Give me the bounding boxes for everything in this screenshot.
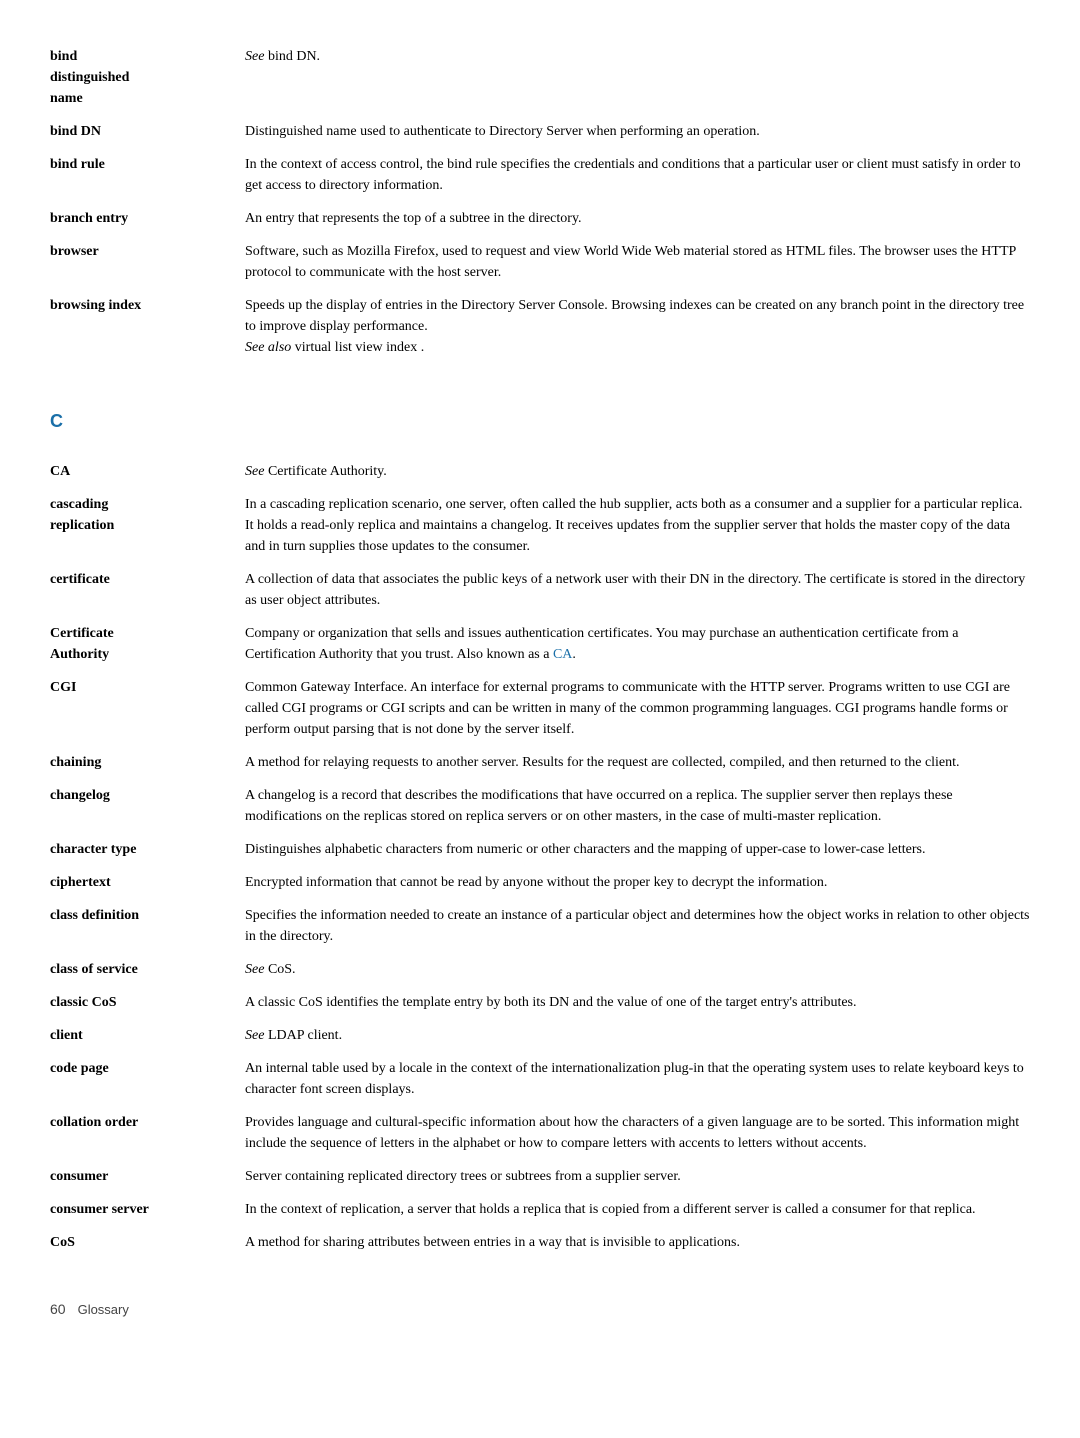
term-cell: bind rule — [50, 148, 245, 202]
table-row: browsing indexSpeeds up the display of e… — [50, 289, 1030, 364]
term-cell: branch entry — [50, 202, 245, 235]
definition-cell: Specifies the information needed to crea… — [245, 899, 1030, 953]
glossary-table: binddistinguishednameSee bind DN.bind DN… — [50, 40, 1030, 1259]
table-row: class of serviceSee CoS. — [50, 953, 1030, 986]
page-footer: 60 Glossary — [50, 1299, 1030, 1320]
term-cell: browsing index — [50, 289, 245, 364]
term-cell: classic CoS — [50, 986, 245, 1019]
definition-cell: See LDAP client. — [245, 1019, 1030, 1052]
definition-cell: A classic CoS identifies the template en… — [245, 986, 1030, 1019]
table-row: character typeDistinguishes alphabetic c… — [50, 833, 1030, 866]
term-cell: CA — [50, 455, 245, 488]
definition-cell: See bind DN. — [245, 40, 1030, 115]
table-row: class definitionSpecifies the informatio… — [50, 899, 1030, 953]
definition-cell: An internal table used by a locale in th… — [245, 1052, 1030, 1106]
table-row: CGICommon Gateway Interface. An interfac… — [50, 671, 1030, 746]
table-row: code pageAn internal table used by a loc… — [50, 1052, 1030, 1106]
definition-cell: Speeds up the display of entries in the … — [245, 289, 1030, 364]
term-cell: binddistinguishedname — [50, 40, 245, 115]
definition-cell: In the context of replication, a server … — [245, 1193, 1030, 1226]
definition-cell: In a cascading replication scenario, one… — [245, 488, 1030, 563]
term-cell: collation order — [50, 1106, 245, 1160]
term-cell: CertificateAuthority — [50, 617, 245, 671]
table-row: bind ruleIn the context of access contro… — [50, 148, 1030, 202]
definition-cell: See CoS. — [245, 953, 1030, 986]
definition-cell: Software, such as Mozilla Firefox, used … — [245, 235, 1030, 289]
term-cell: CoS — [50, 1226, 245, 1259]
term-cell: changelog — [50, 779, 245, 833]
table-row: consumerServer containing replicated dir… — [50, 1160, 1030, 1193]
table-row: collation orderProvides language and cul… — [50, 1106, 1030, 1160]
table-row: binddistinguishednameSee bind DN. — [50, 40, 1030, 115]
footer-label: Glossary — [78, 1300, 129, 1320]
page-number: 60 — [50, 1299, 66, 1320]
table-row: chainingA method for relaying requests t… — [50, 746, 1030, 779]
table-row: CoSA method for sharing attributes betwe… — [50, 1226, 1030, 1259]
term-cell: bind DN — [50, 115, 245, 148]
definition-cell: In the context of access control, the bi… — [245, 148, 1030, 202]
term-cell: consumer — [50, 1160, 245, 1193]
definition-cell: A method for relaying requests to anothe… — [245, 746, 1030, 779]
term-cell: CGI — [50, 671, 245, 746]
definition-cell: An entry that represents the top of a su… — [245, 202, 1030, 235]
definition-cell: Company or organization that sells and i… — [245, 617, 1030, 671]
term-cell: browser — [50, 235, 245, 289]
table-row: clientSee LDAP client. — [50, 1019, 1030, 1052]
table-row: browserSoftware, such as Mozilla Firefox… — [50, 235, 1030, 289]
definition-cell: Server containing replicated directory t… — [245, 1160, 1030, 1193]
table-row: bind DNDistinguished name used to authen… — [50, 115, 1030, 148]
term-cell: class of service — [50, 953, 245, 986]
table-row: changelogA changelog is a record that de… — [50, 779, 1030, 833]
definition-cell: Distinguished name used to authenticate … — [245, 115, 1030, 148]
table-row: branch entryAn entry that represents the… — [50, 202, 1030, 235]
term-cell: class definition — [50, 899, 245, 953]
table-row: cascadingreplicationIn a cascading repli… — [50, 488, 1030, 563]
section-header: C — [50, 408, 1030, 435]
definition-cell: Provides language and cultural-specific … — [245, 1106, 1030, 1160]
term-cell: cascadingreplication — [50, 488, 245, 563]
table-row: consumer serverIn the context of replica… — [50, 1193, 1030, 1226]
definition-cell: Common Gateway Interface. An interface f… — [245, 671, 1030, 746]
term-cell: ciphertext — [50, 866, 245, 899]
definition-cell: A changelog is a record that describes t… — [245, 779, 1030, 833]
table-row: CASee Certificate Authority. — [50, 455, 1030, 488]
term-cell: code page — [50, 1052, 245, 1106]
term-cell: chaining — [50, 746, 245, 779]
definition-cell: See Certificate Authority. — [245, 455, 1030, 488]
term-cell: certificate — [50, 563, 245, 617]
term-cell: client — [50, 1019, 245, 1052]
definition-cell: A collection of data that associates the… — [245, 563, 1030, 617]
definition-cell: Encrypted information that cannot be rea… — [245, 866, 1030, 899]
term-cell: character type — [50, 833, 245, 866]
definition-cell: A method for sharing attributes between … — [245, 1226, 1030, 1259]
table-row: ciphertextEncrypted information that can… — [50, 866, 1030, 899]
definition-cell: Distinguishes alphabetic characters from… — [245, 833, 1030, 866]
table-row: CertificateAuthorityCompany or organizat… — [50, 617, 1030, 671]
table-row: classic CoSA classic CoS identifies the … — [50, 986, 1030, 1019]
term-cell: consumer server — [50, 1193, 245, 1226]
table-row: certificateA collection of data that ass… — [50, 563, 1030, 617]
